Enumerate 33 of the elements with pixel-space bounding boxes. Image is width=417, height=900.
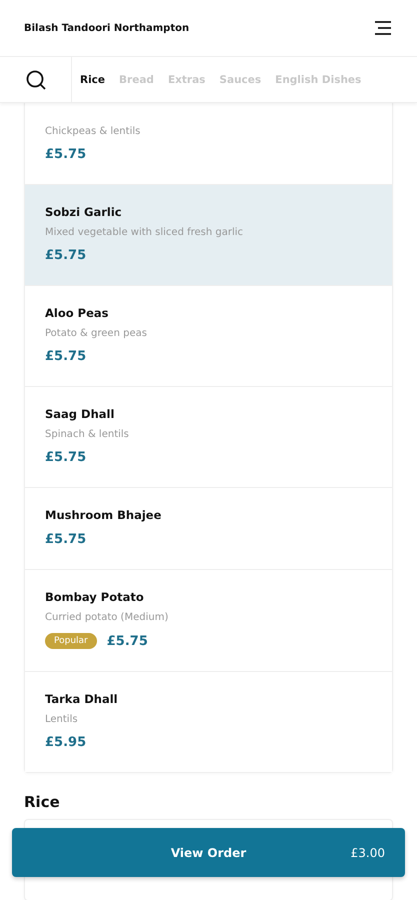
dish-description: Lentils bbox=[45, 714, 79, 725]
dish-price: £5.75 bbox=[45, 349, 86, 364]
dish-price: £5.75 bbox=[45, 450, 86, 465]
dish-price: £5.95 bbox=[45, 735, 86, 750]
menu-item[interactable]: Mushroom Bhajee £5.75 bbox=[25, 487, 392, 569]
menu-item[interactable]: Chickpeas & lentils £5.75 bbox=[25, 103, 392, 184]
dish-price: £5.75 bbox=[45, 147, 86, 162]
restaurant-title: Bilash Tandoori Northampton bbox=[24, 22, 190, 34]
menu-item[interactable]: Sobzi Garlic Mixed vegetable with sliced fresh garlic £5.75 bbox=[25, 184, 392, 285]
category-tab[interactable]: Rice bbox=[80, 74, 106, 86]
dish-description: Mixed vegetable with sliced fresh garlic bbox=[45, 227, 244, 238]
menu-item[interactable]: Tarka Dhall Lentils £5.95 bbox=[25, 671, 392, 772]
section-heading: Rice bbox=[24, 793, 61, 811]
dish-price: £5.75 bbox=[106, 634, 148, 648]
dish-description: Potato & green peas bbox=[45, 328, 148, 339]
view-order-button[interactable]: View Order £3.00 bbox=[12, 828, 405, 877]
dish-name: Sobzi Garlic bbox=[45, 205, 123, 219]
menu-item[interactable]: Saag Dhall Spinach & lentils £5.75 bbox=[25, 386, 392, 487]
dish-name: Tarka Dhall bbox=[45, 692, 119, 706]
dish-name: Aloo Peas bbox=[45, 306, 110, 320]
dish-description: Chickpeas & lentils bbox=[45, 126, 142, 137]
menu-icon bbox=[373, 20, 393, 36]
menu-item[interactable]: Aloo Peas Potato & green peas £5.75 bbox=[25, 285, 392, 386]
menu-item[interactable]: Bombay Potato Curried potato (Medium) Popular £5.75 bbox=[25, 569, 392, 671]
search-icon bbox=[24, 68, 46, 90]
dish-name: Mushroom Bhajee bbox=[45, 508, 162, 522]
dish-description: Spinach & lentils bbox=[45, 429, 130, 440]
dish-name: Bombay Potato bbox=[45, 590, 145, 604]
dish-price: £5.75 bbox=[45, 248, 86, 263]
dish-description: Curried potato (Medium) bbox=[45, 612, 170, 623]
popular-badge: Popular bbox=[45, 633, 97, 649]
dish-name: Saag Dhall bbox=[45, 407, 116, 421]
dish-price: £5.75 bbox=[45, 532, 86, 547]
